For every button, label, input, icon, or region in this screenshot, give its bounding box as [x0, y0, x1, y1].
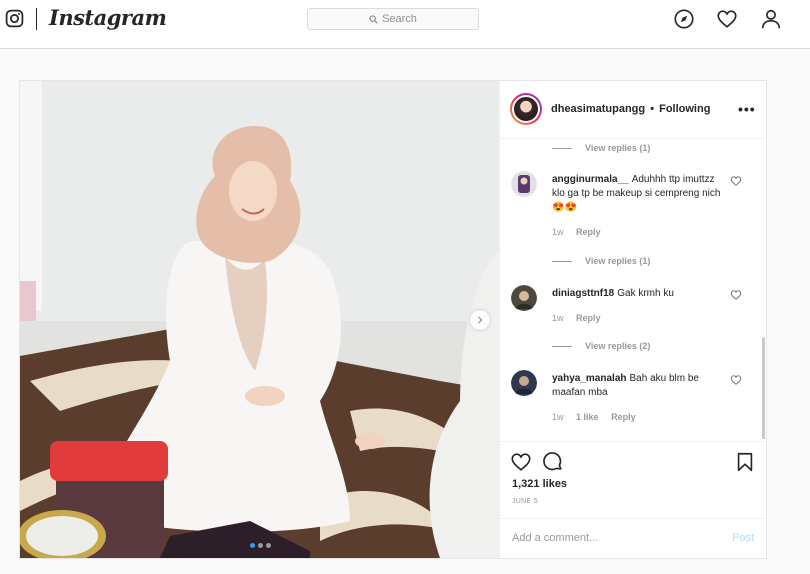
profile-icon[interactable]: [760, 8, 782, 30]
comment-input[interactable]: Add a comment...: [512, 532, 598, 544]
view-replies-button[interactable]: View replies (1): [552, 143, 650, 153]
comment-avatar[interactable]: [511, 171, 537, 197]
post-card: dheasimatupangg • Following ••• View rep…: [19, 80, 767, 559]
compass-icon[interactable]: [673, 8, 695, 30]
post-photo[interactable]: [20, 81, 499, 558]
comment-avatar[interactable]: [511, 370, 537, 396]
instagram-logo[interactable]: Instagram: [49, 5, 167, 30]
username-link[interactable]: dheasimatupangg: [551, 103, 645, 115]
avatar[interactable]: [510, 93, 542, 125]
post-comment-button[interactable]: Post: [732, 532, 754, 544]
post-header: dheasimatupangg • Following •••: [500, 81, 767, 139]
reply-button[interactable]: Reply: [611, 412, 636, 422]
carousel-indicator: [250, 543, 271, 548]
post-sidebar: dheasimatupangg • Following ••• View rep…: [499, 81, 767, 558]
comment-username[interactable]: yahya_manalah: [552, 373, 627, 384]
comment-time[interactable]: 1w: [552, 412, 564, 422]
comment-meta: 1w 1 like Reply: [552, 412, 646, 422]
post-date[interactable]: JUNE 5: [512, 498, 538, 505]
post-actions: 1,321 likes JUNE 5: [500, 441, 767, 518]
comment-like-icon[interactable]: [730, 289, 742, 301]
view-replies-button[interactable]: View replies (1): [552, 256, 650, 266]
carousel-dot: [250, 543, 255, 548]
scrollbar[interactable]: [762, 337, 765, 439]
carousel-dot: [266, 543, 271, 548]
like-heart-icon[interactable]: [510, 451, 532, 473]
reply-button[interactable]: Reply: [576, 313, 601, 323]
comment-meta: 1w Reply: [552, 313, 611, 323]
comment-icon[interactable]: [542, 451, 564, 473]
chevron-right-icon: [478, 316, 483, 324]
search-placeholder: Search: [382, 13, 417, 25]
reply-button[interactable]: Reply: [576, 227, 601, 237]
comment-like-icon[interactable]: [730, 374, 742, 386]
comment-text: Gak krmh ku: [617, 288, 674, 299]
photo-illustration: [20, 81, 499, 558]
logo-divider: [36, 8, 37, 30]
post-author: dheasimatupangg • Following: [551, 103, 711, 115]
search-icon: [369, 14, 378, 24]
heart-icon[interactable]: [716, 8, 738, 30]
add-comment-form: Add a comment... Post: [500, 518, 767, 558]
bookmark-icon[interactable]: [734, 451, 756, 473]
instagram-camera-icon[interactable]: [5, 9, 24, 28]
comment-like-icon[interactable]: [730, 175, 742, 187]
carousel-dot: [258, 543, 263, 548]
comment-avatar[interactable]: [511, 285, 537, 311]
comment-username[interactable]: diniagsttnf18: [552, 288, 614, 299]
comment-time[interactable]: 1w: [552, 227, 564, 237]
comment-time[interactable]: 1w: [552, 313, 564, 323]
comment-username[interactable]: angginurmala__: [552, 174, 629, 185]
comments-list: View replies (1) angginurmala__ Aduhhh tt…: [500, 139, 767, 439]
view-replies-button[interactable]: View replies (2): [552, 341, 650, 351]
following-button[interactable]: Following: [659, 103, 710, 115]
likes-count[interactable]: 1,321 likes: [512, 478, 567, 490]
comment-meta: 1w Reply: [552, 227, 611, 237]
carousel-next-button[interactable]: [470, 310, 490, 330]
more-options-icon[interactable]: •••: [738, 101, 756, 117]
top-nav: Instagram Search: [0, 0, 810, 49]
comment-likes[interactable]: 1 like: [576, 412, 599, 422]
search-input[interactable]: Search: [307, 8, 479, 30]
